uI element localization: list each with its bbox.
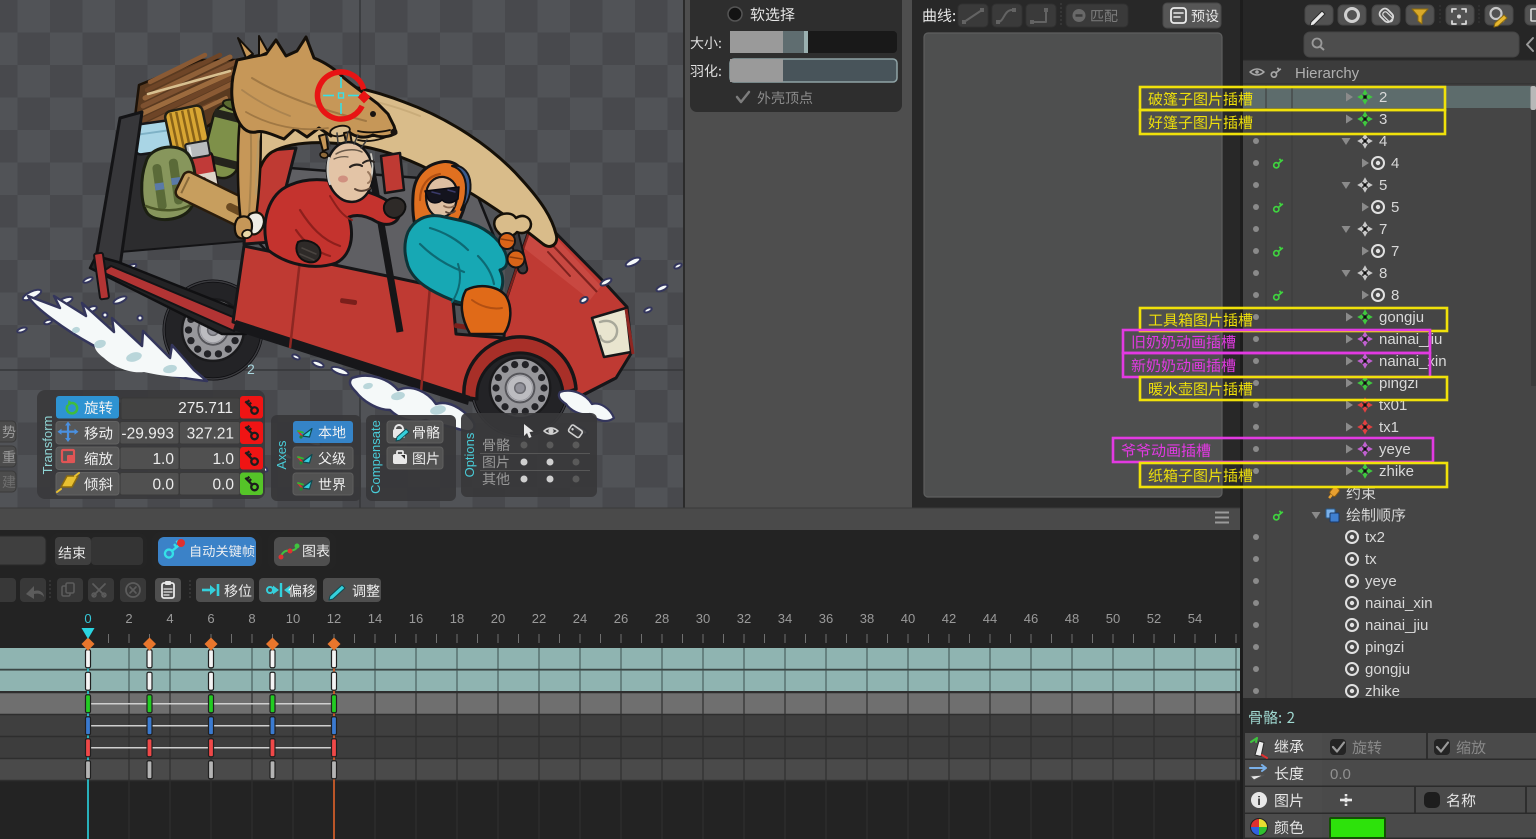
svg-text:nainai_xin: nainai_xin bbox=[1365, 595, 1433, 612]
svg-text:52: 52 bbox=[1147, 611, 1161, 626]
svg-text:yeye: yeye bbox=[1365, 573, 1397, 590]
svg-text:22: 22 bbox=[532, 611, 546, 626]
svg-text:50: 50 bbox=[1106, 611, 1120, 626]
svg-text:44: 44 bbox=[983, 611, 997, 626]
svg-text:24: 24 bbox=[573, 611, 587, 626]
svg-text:5: 5 bbox=[1391, 199, 1399, 216]
svg-text:32: 32 bbox=[737, 611, 751, 626]
svg-text:1.0: 1.0 bbox=[212, 451, 234, 468]
svg-text:8: 8 bbox=[1379, 265, 1387, 282]
svg-text:7: 7 bbox=[1391, 243, 1399, 260]
svg-text:Transform: Transform bbox=[40, 416, 55, 475]
svg-text:3: 3 bbox=[1379, 111, 1387, 128]
svg-text:i: i bbox=[1257, 794, 1260, 808]
svg-text:nainai_jiu: nainai_jiu bbox=[1379, 331, 1442, 348]
svg-text:38: 38 bbox=[860, 611, 874, 626]
svg-text:yeye: yeye bbox=[1379, 441, 1411, 458]
svg-text:2: 2 bbox=[125, 611, 132, 626]
svg-text:10: 10 bbox=[286, 611, 300, 626]
svg-text:48: 48 bbox=[1065, 611, 1079, 626]
svg-text:Hierarchy: Hierarchy bbox=[1295, 65, 1360, 82]
svg-text:tx: tx bbox=[1365, 551, 1377, 568]
svg-text:30: 30 bbox=[696, 611, 710, 626]
svg-text:46: 46 bbox=[1024, 611, 1038, 626]
svg-text:2: 2 bbox=[1379, 89, 1387, 106]
svg-text:42: 42 bbox=[942, 611, 956, 626]
svg-text:zhike: zhike bbox=[1379, 463, 1414, 480]
svg-text:0.0: 0.0 bbox=[1330, 766, 1351, 783]
svg-text:54: 54 bbox=[1188, 611, 1202, 626]
svg-text:14: 14 bbox=[368, 611, 382, 626]
svg-text:Options: Options bbox=[462, 432, 477, 477]
svg-text:0.0: 0.0 bbox=[212, 477, 234, 494]
svg-text:nainai_xin: nainai_xin bbox=[1379, 353, 1447, 370]
svg-text:275.711: 275.711 bbox=[178, 400, 233, 417]
svg-text:7: 7 bbox=[1379, 221, 1387, 238]
svg-text:4: 4 bbox=[1391, 155, 1399, 172]
svg-text:8: 8 bbox=[248, 611, 255, 626]
svg-text:18: 18 bbox=[450, 611, 464, 626]
svg-text:nainai_jiu: nainai_jiu bbox=[1365, 617, 1428, 634]
svg-text:gongju: gongju bbox=[1365, 661, 1410, 678]
svg-text:0.0: 0.0 bbox=[152, 477, 174, 494]
svg-text:16: 16 bbox=[409, 611, 423, 626]
svg-text:tx2: tx2 bbox=[1365, 529, 1385, 546]
svg-text:Compensate: Compensate bbox=[368, 420, 383, 494]
svg-text:Axes: Axes bbox=[274, 440, 289, 469]
svg-text:40: 40 bbox=[901, 611, 915, 626]
svg-text:6: 6 bbox=[207, 611, 214, 626]
svg-text:36: 36 bbox=[819, 611, 833, 626]
svg-text:28: 28 bbox=[655, 611, 669, 626]
svg-text:327.21: 327.21 bbox=[187, 426, 234, 443]
svg-text:20: 20 bbox=[491, 611, 505, 626]
svg-text:0: 0 bbox=[84, 611, 91, 626]
svg-text:zhike: zhike bbox=[1365, 683, 1400, 700]
svg-text:2: 2 bbox=[247, 361, 255, 377]
svg-text:5: 5 bbox=[1379, 177, 1387, 194]
svg-text:pingzi: pingzi bbox=[1365, 639, 1404, 656]
svg-text:gongju: gongju bbox=[1379, 309, 1424, 326]
svg-text:8: 8 bbox=[1391, 287, 1399, 304]
svg-text:-29.993: -29.993 bbox=[121, 426, 174, 443]
svg-text:12: 12 bbox=[327, 611, 341, 626]
svg-text:26: 26 bbox=[614, 611, 628, 626]
svg-text:4: 4 bbox=[166, 611, 173, 626]
svg-text:tx1: tx1 bbox=[1379, 419, 1399, 436]
svg-text:1.0: 1.0 bbox=[152, 451, 174, 468]
svg-text:34: 34 bbox=[778, 611, 792, 626]
svg-text:4: 4 bbox=[1379, 133, 1387, 150]
